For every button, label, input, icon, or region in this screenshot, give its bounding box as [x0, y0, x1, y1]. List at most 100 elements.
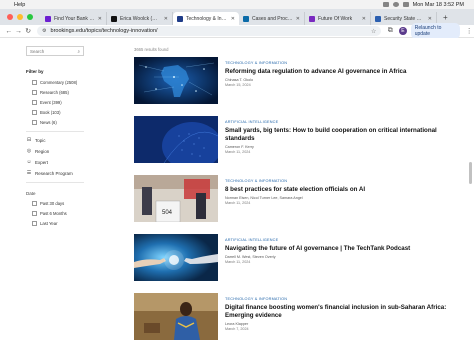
tab-title: Future Of Work	[318, 15, 353, 22]
checkbox[interactable]	[32, 201, 37, 206]
checkbox[interactable]	[32, 100, 37, 105]
web-page: Search ⌕ Filter by Commentary (2508) Res…	[0, 38, 474, 346]
facet-topic[interactable]: ⊟ Topic	[26, 137, 96, 143]
reload-icon[interactable]: ↻	[23, 27, 33, 35]
result-category[interactable]: ARTIFICIAL INTELLIGENCE	[225, 238, 453, 242]
checkbox[interactable]	[32, 211, 37, 216]
result-authors[interactable]: Cameron F. Kerry	[225, 145, 453, 149]
result-title[interactable]: Reforming data regulation to advance AI …	[225, 68, 453, 76]
facet-label: Expert	[35, 159, 49, 165]
site-info-icon[interactable]: ⚙	[42, 28, 46, 34]
result-category[interactable]: TECHNOLOGY & INFORMATION	[225, 297, 453, 301]
profile-avatar[interactable]: E	[399, 27, 407, 35]
result-authors[interactable]: Leora Klapper	[225, 322, 453, 326]
close-tab-icon[interactable]: ✕	[164, 16, 168, 22]
search-icon[interactable]: ⌕	[77, 49, 80, 54]
close-tab-icon[interactable]: ✕	[296, 16, 300, 22]
close-tab-icon[interactable]: ✕	[98, 16, 102, 22]
tab-future-of-work[interactable]: Future Of Work ✕	[305, 12, 371, 25]
facet-expert[interactable]: ☺ Expert	[26, 159, 96, 165]
macos-menubar: Help Mon Mar 18 3:52 PM	[0, 0, 474, 9]
address-bar[interactable]: ⚙ brookings.edu/topics/technology-innova…	[37, 26, 382, 36]
result-meta: ARTIFICIAL INTELLIGENCE Navigating the f…	[225, 238, 453, 264]
result-category[interactable]: ARTIFICIAL INTELLIGENCE	[225, 120, 453, 124]
extensions-icon[interactable]: ⧉	[385, 27, 395, 35]
filter-news[interactable]: News (6)	[32, 120, 96, 125]
wifi-icon[interactable]	[392, 2, 399, 7]
africa-network-image[interactable]	[134, 57, 218, 104]
result-authors[interactable]: Darrell M. West, Steven Overly	[225, 255, 453, 259]
ballot-box-image[interactable]: 504	[134, 175, 218, 222]
ballot-box-number: 504	[162, 210, 173, 216]
tab-technology-innovation[interactable]: Technology & Innov... ✕	[173, 12, 239, 25]
window-controls	[0, 14, 41, 25]
relaunch-button[interactable]: Relaunch to update	[410, 23, 461, 39]
brookings-favicon-icon	[177, 15, 183, 22]
checkbox[interactable]	[32, 120, 37, 125]
date-label: Last Year	[40, 221, 58, 226]
browser-toolbar: ← → ↻ ⚙ brookings.edu/topics/technology-…	[0, 23, 474, 39]
date-past-30-days[interactable]: Past 30 days	[32, 201, 96, 206]
close-window-button[interactable]	[7, 14, 13, 20]
filter-label: Book (103)	[40, 110, 61, 115]
zoom-window-button[interactable]	[27, 14, 33, 20]
filter-commentary[interactable]: Commentary (2508)	[32, 80, 96, 85]
checkbox[interactable]	[32, 221, 37, 226]
search-field[interactable]: Search ⌕	[26, 46, 84, 56]
result-title[interactable]: Navigating the future of AI governance |…	[225, 245, 453, 253]
result-title[interactable]: 8 best practices for state election offi…	[225, 186, 453, 194]
result-authors[interactable]: Chinasa T. Okolo	[225, 78, 453, 82]
cases-favicon-icon	[243, 15, 249, 22]
checkbox[interactable]	[32, 110, 37, 115]
globe-grid-image[interactable]	[134, 116, 218, 163]
control-center-icon[interactable]	[402, 2, 409, 7]
filter-label: Event (399)	[40, 100, 62, 105]
checkbox[interactable]	[32, 80, 37, 85]
result-authors[interactable]: Norman Eisen, Nicol Turner Lee, Samara A…	[225, 196, 453, 200]
result-category[interactable]: TECHNOLOGY & INFORMATION	[225, 61, 453, 65]
results-count: 3665 results found	[134, 47, 169, 52]
result-title[interactable]: Small yards, big tents: How to build coo…	[225, 127, 453, 143]
tab-find-your-bank[interactable]: Find Your Bank | Zell ✕	[41, 12, 107, 25]
list-item[interactable]: TECHNOLOGY & INFORMATION Reforming data …	[134, 57, 454, 104]
help-menu[interactable]: Help	[14, 2, 25, 8]
robot-hand-image[interactable]	[134, 234, 218, 281]
list-item[interactable]: 504 TECHNOLOGY & INFORMATION 8 best prac…	[134, 175, 454, 222]
list-item[interactable]: TECHNOLOGY & INFORMATION Digital finance…	[134, 293, 454, 340]
close-tab-icon[interactable]: ✕	[428, 16, 432, 22]
list-item[interactable]: ARTIFICIAL INTELLIGENCE Navigating the f…	[134, 234, 454, 281]
close-tab-icon[interactable]: ✕	[362, 16, 366, 22]
divider	[26, 131, 84, 132]
date-past-6-months[interactable]: Past 6 Months	[32, 211, 96, 216]
result-meta: TECHNOLOGY & INFORMATION Reforming data …	[225, 61, 453, 87]
toolbar-right: ⧉ E Relaunch to update ⋮	[385, 23, 474, 39]
menubar-clock[interactable]: Mon Mar 18 3:52 PM	[413, 2, 464, 8]
result-category[interactable]: TECHNOLOGY & INFORMATION	[225, 179, 453, 183]
checkbox[interactable]	[32, 90, 37, 95]
menubar-status-area: Mon Mar 18 3:52 PM	[382, 2, 474, 8]
list-item[interactable]: ARTIFICIAL INTELLIGENCE Small yards, big…	[134, 116, 454, 163]
facet-region[interactable]: ◎ Region	[26, 148, 96, 154]
tab-x-profile[interactable]: Erica Woolck (@ETE) ✕	[107, 12, 173, 25]
date-last-year[interactable]: Last Year	[32, 221, 96, 226]
result-title[interactable]: Digital finance boosting women's financi…	[225, 304, 453, 320]
kebab-menu-icon[interactable]: ⋮	[464, 27, 474, 35]
facet-label: Topic	[35, 137, 46, 143]
bookmark-star-icon[interactable]: ☆	[371, 28, 376, 35]
battery-icon[interactable]	[382, 2, 389, 7]
woman-phone-image[interactable]	[134, 293, 218, 340]
close-tab-icon[interactable]: ✕	[231, 16, 235, 22]
url-text[interactable]: brookings.edu/topics/technology-innovati…	[51, 28, 367, 34]
tab-cases-proceedings[interactable]: Cases and Proceedin... ✕	[239, 12, 305, 25]
minimize-window-button[interactable]	[17, 14, 23, 20]
forward-arrow-icon[interactable]: →	[14, 28, 24, 35]
page-scrollbar[interactable]	[469, 162, 472, 184]
facet-label: Research Program	[35, 170, 73, 176]
filter-research[interactable]: Research (685)	[32, 90, 96, 95]
filter-event[interactable]: Event (399)	[32, 100, 96, 105]
facet-research-program[interactable]: ☰ Research Program	[26, 170, 96, 176]
back-arrow-icon[interactable]: ←	[4, 28, 14, 35]
filter-label: Commentary (2508)	[40, 80, 78, 85]
filter-book[interactable]: Book (103)	[32, 110, 96, 115]
result-meta: TECHNOLOGY & INFORMATION Digital finance…	[225, 297, 453, 331]
